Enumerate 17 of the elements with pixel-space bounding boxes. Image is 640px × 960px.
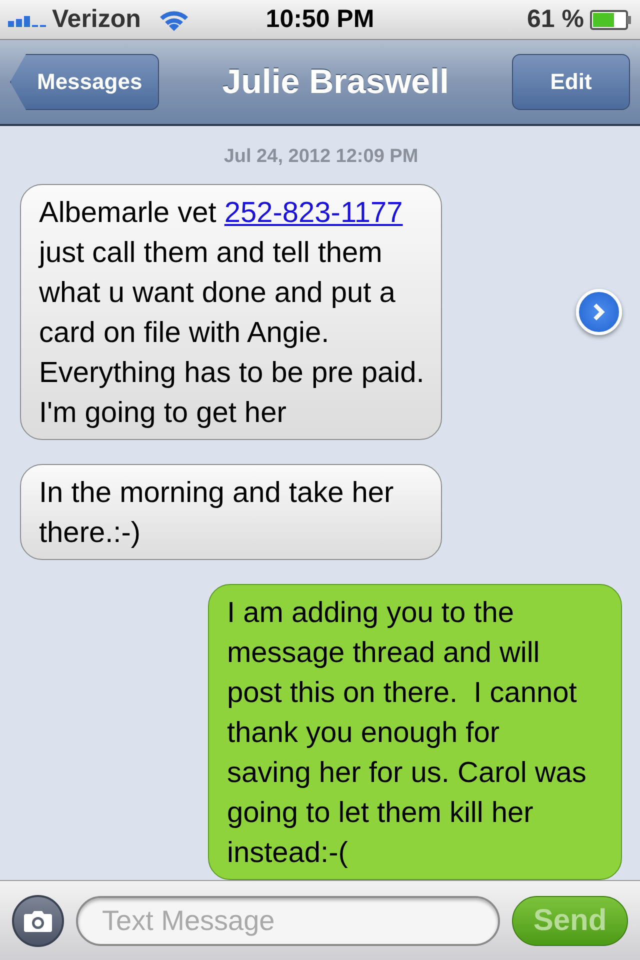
edit-button[interactable]: Edit xyxy=(512,54,630,110)
wifi-icon xyxy=(158,8,189,30)
phone-link[interactable]: 252-823-1177 xyxy=(224,197,403,229)
disclosure-button[interactable] xyxy=(576,289,622,335)
conversation-title: Julie Braswell xyxy=(222,62,449,102)
carrier-name: Verizon xyxy=(52,5,141,34)
message-input-field[interactable]: Text Message xyxy=(76,896,500,946)
message-text: I am adding you to the message thread and will post this on there. I cannot thank you enough for saving her for us. Carol was going to let them kill her instead:-( xyxy=(227,596,588,871)
camera-button[interactable] xyxy=(12,894,64,946)
message-timestamp: Jul 24, 2012 12:09 PM xyxy=(222,146,420,168)
battery-percent: 61 % xyxy=(527,5,584,34)
camera-icon xyxy=(23,908,53,932)
message-text: In the morning and take her there.:-) xyxy=(39,476,395,551)
back-button[interactable]: Messages xyxy=(10,54,160,110)
battery-icon xyxy=(590,10,632,30)
status-time: 10:50 PM xyxy=(266,5,374,34)
message-text: Albemarle vet 252-823-1177 just call them and tell them what u want done and put a card on file with Angie. Everything has to be pre paid. I'm going to get her xyxy=(39,196,426,431)
